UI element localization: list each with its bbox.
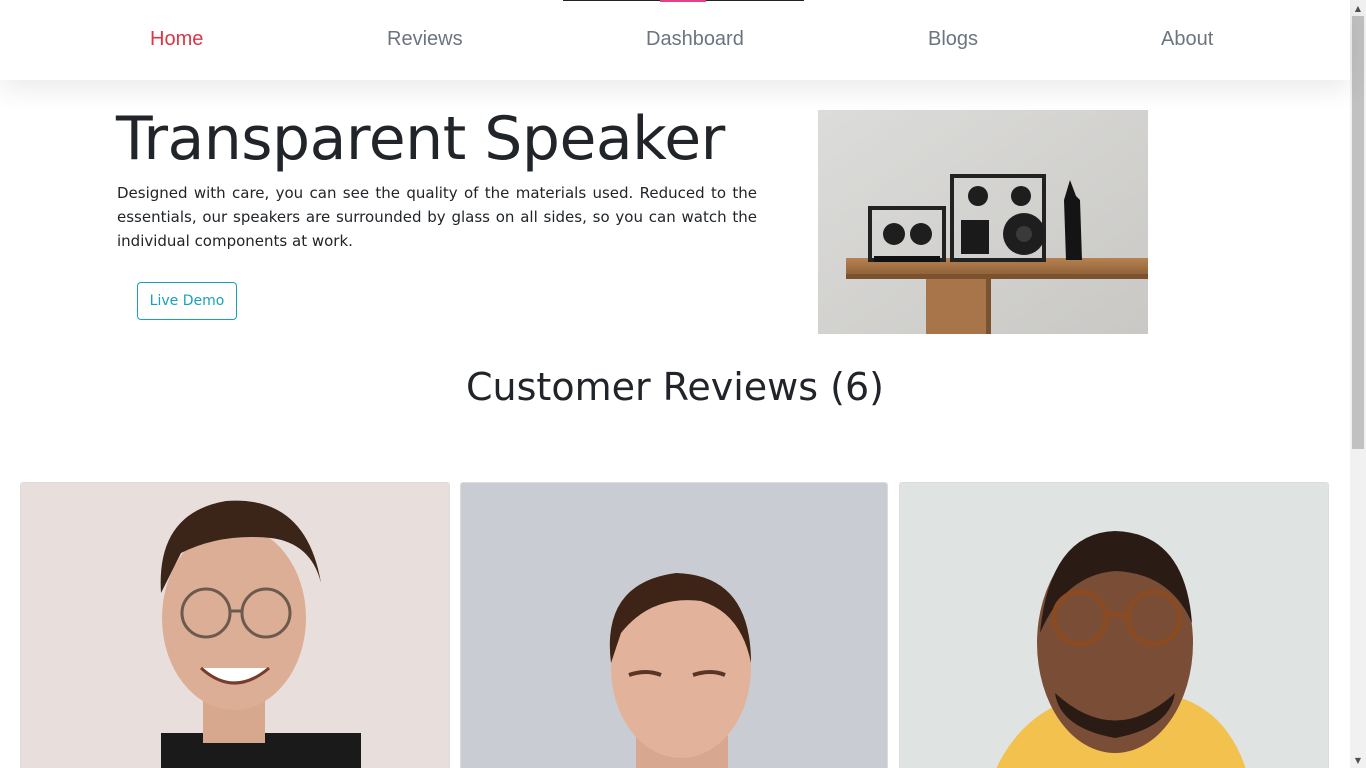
review-card[interactable]: [899, 482, 1329, 768]
speaker-product-image: [818, 110, 1148, 334]
nav-blogs-link[interactable]: Blogs: [928, 28, 978, 51]
reviewer-photo: [21, 483, 449, 768]
nav-dashboard-link[interactable]: Dashboard: [646, 28, 744, 51]
scroll-down-arrow-icon[interactable]: ▼: [1350, 752, 1366, 768]
review-card[interactable]: [20, 482, 450, 768]
review-card[interactable]: [460, 482, 888, 768]
hero-description: Designed with care, you can see the qual…: [117, 184, 757, 250]
customer-reviews-heading: Customer Reviews (6): [466, 365, 884, 409]
nav-top-accent: [660, 0, 706, 2]
nav-reviews-link[interactable]: Reviews: [387, 28, 463, 51]
nav-home-link[interactable]: Home: [150, 28, 203, 51]
scroll-up-arrow-icon[interactable]: ▲: [1350, 0, 1366, 16]
reviewer-photo: [900, 483, 1328, 768]
hero-title: Transparent Speaker: [116, 104, 725, 174]
nav-about-link[interactable]: About: [1161, 28, 1213, 51]
live-demo-button[interactable]: Live Demo: [137, 282, 237, 320]
scrollbar-thumb[interactable]: [1352, 16, 1364, 449]
navbar: Home Reviews Dashboard Blogs About: [0, 0, 1350, 80]
reviewer-photo: [461, 483, 887, 768]
